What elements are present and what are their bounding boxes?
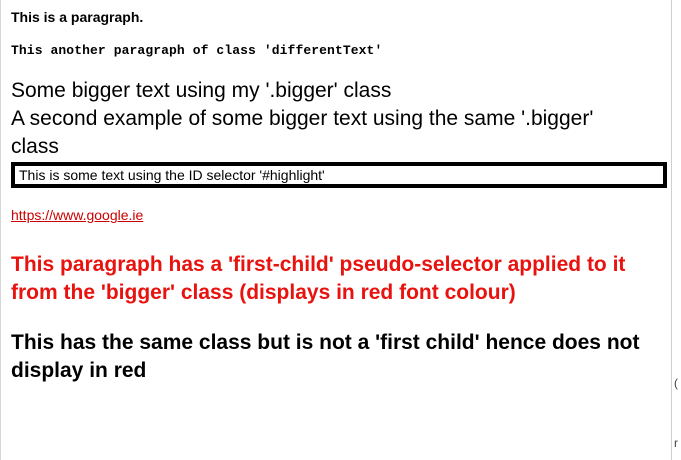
edge-glyph-1: ( xyxy=(674,376,678,390)
browser-viewport: This is a paragraph. This another paragr… xyxy=(0,0,672,460)
bigger-text-2: A second example of some bigger text usi… xyxy=(11,107,594,158)
not-first-child-paragraph: This has the same class but is not a 'fi… xyxy=(11,331,640,382)
first-child-paragraph: This paragraph has a 'first-child' pseud… xyxy=(11,253,626,304)
bigger-text-1: Some bigger text using my '.bigger' clas… xyxy=(11,79,392,102)
google-link[interactable]: https://www.google.ie xyxy=(11,207,143,223)
adjacent-window-edge xyxy=(672,0,681,460)
edge-glyph-2: r xyxy=(674,436,678,450)
highlight-text: This is some text using the ID selector … xyxy=(19,167,325,183)
highlight-box: This is some text using the ID selector … xyxy=(11,162,667,188)
different-text-paragraph: This another paragraph of class 'differe… xyxy=(11,43,383,58)
paragraph-text: This is a paragraph. xyxy=(11,9,144,25)
